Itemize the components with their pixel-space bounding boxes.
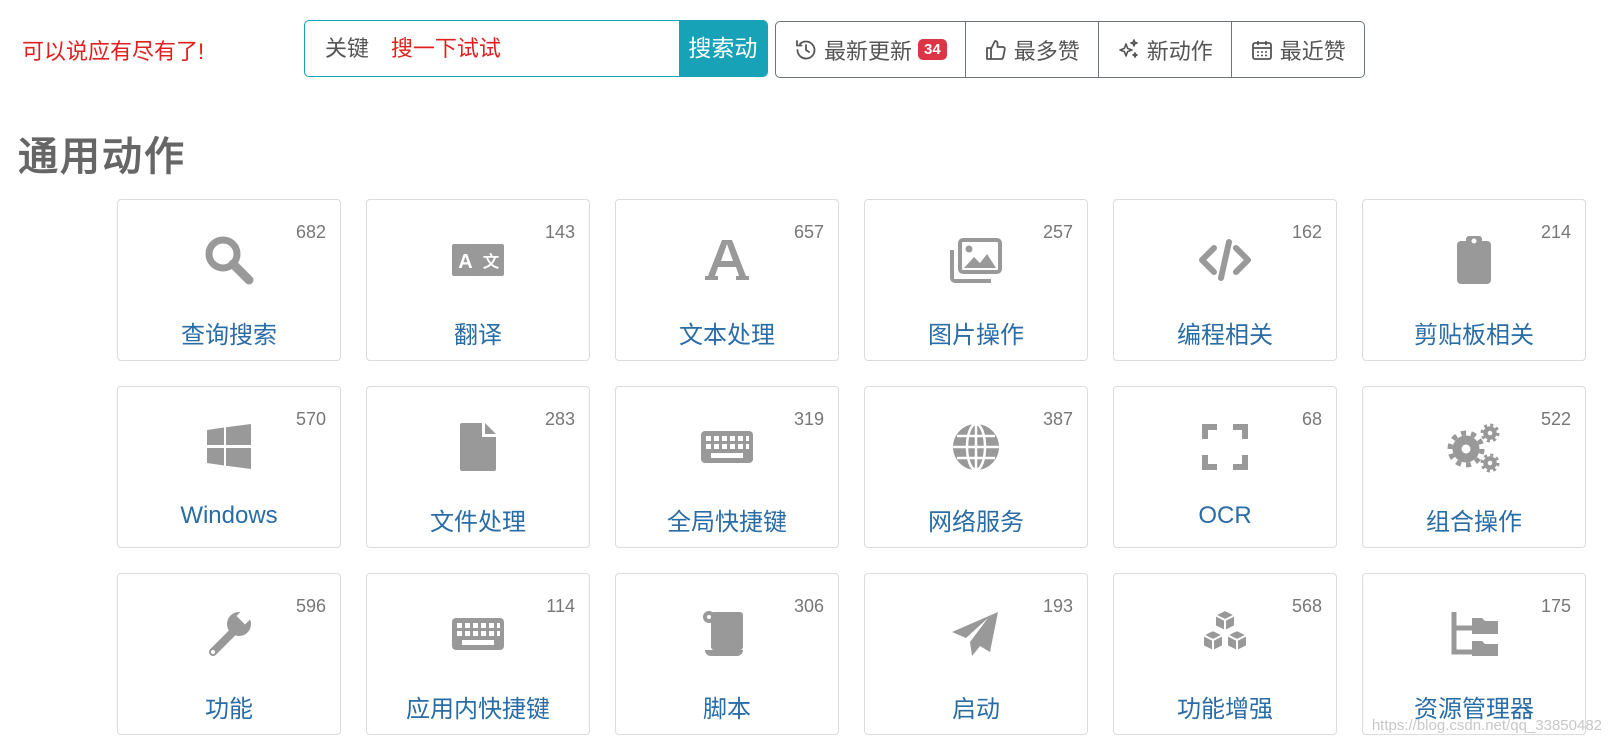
font-icon [705,240,749,280]
card-label: 图片操作 [928,322,1024,349]
category-card-app-hotkeys[interactable]: 114 应用内快捷键 [366,573,590,735]
card-label: 文本处理 [679,322,775,349]
category-card-functions[interactable]: 596 功能 [117,573,341,735]
card-label: OCR [1198,502,1252,529]
history-icon [796,39,816,59]
category-card-scripts[interactable]: 306 脚本 [615,573,839,735]
category-card-text[interactable]: 657 文本处理 [615,199,839,361]
card-label: Windows [180,502,278,529]
stars-icon [1118,38,1138,58]
wrench-icon [209,607,254,656]
search-group: 关键词 搜索动作 [304,20,768,77]
code-icon [1199,239,1251,281]
category-card-clipboard[interactable]: 214 剪贴板相关 [1362,199,1586,361]
section-title: 通用动作 [18,135,186,179]
tagline: 可以说应有尽有了! [22,39,205,64]
windows-icon [207,424,251,469]
search-prefix-label: 关键词 [325,36,370,61]
filter-recently-liked-label: 最近赞 [1279,38,1346,64]
scroll-icon [703,611,743,656]
watermark: https://blog.csdn.net/qq_33850482 [1371,717,1602,734]
category-card-combined[interactable]: 522 组合操作 [1362,386,1586,548]
images-icon [950,238,1002,283]
card-label: 应用内快捷键 [406,696,550,723]
cubes-icon [1202,609,1248,652]
globe-icon [953,422,999,472]
card-label: 网络服务 [928,509,1024,536]
gears-icon [1447,423,1500,473]
filter-most-liked-button[interactable]: 最多赞 [964,22,1098,77]
category-card-files[interactable]: 283 文件处理 [366,386,590,548]
category-card-explorer[interactable]: 175 资源管理器 [1362,573,1586,735]
filter-new-actions-button[interactable]: 新动作 [1097,22,1231,77]
svg-text:A: A [458,251,472,273]
keyboard-icon [452,618,504,650]
category-card-ocr[interactable]: 68 OCR [1113,386,1337,548]
search-button[interactable]: 搜索动作 [678,21,767,76]
search-icon [205,236,254,285]
category-card-enhancements[interactable]: 568 功能增强 [1113,573,1337,735]
card-label: 剪贴板相关 [1414,322,1534,349]
update-count-badge: 34 [918,39,947,60]
filter-most-liked-label: 最多赞 [1013,38,1080,64]
card-label: 查询搜索 [181,322,277,349]
search-input[interactable] [390,21,679,76]
filter-recently-liked-button[interactable]: 最近赞 [1230,22,1364,77]
category-card-windows[interactable]: 570 Windows [117,386,341,548]
file-icon [460,423,496,471]
category-card-images[interactable]: 257 图片操作 [864,199,1088,361]
category-card-network[interactable]: 387 网络服务 [864,386,1088,548]
card-label: 全局快捷键 [667,509,787,536]
category-grid: 682 查询搜索 143 A 文 翻译 657 文本处理 257 图片操作 16… [117,199,1586,735]
filter-button-group: 最新更新 34 最多赞 新动作 最近赞 [775,21,1365,78]
card-label: 文件处理 [430,509,526,536]
translate-icon: A 文 [452,244,504,276]
filter-latest-label: 最新更新 [824,38,913,64]
card-label: 脚本 [703,696,751,723]
filter-new-actions-label: 新动作 [1146,38,1213,64]
folder-tree-icon [1451,612,1498,656]
card-label: 功能 [205,696,253,723]
expand-icon [1202,424,1248,470]
card-label: 组合操作 [1426,509,1522,536]
keyboard-icon [701,431,753,463]
card-label: 功能增强 [1177,696,1273,723]
category-card-launch[interactable]: 193 启动 [864,573,1088,735]
calendar-icon [1251,40,1272,60]
category-card-global-hotkeys[interactable]: 319 全局快捷键 [615,386,839,548]
card-label: 翻译 [454,322,502,349]
filter-latest-button[interactable]: 最新更新 34 [776,22,965,77]
category-card-translate[interactable]: 143 A 文 翻译 [366,199,590,361]
thumbs-up-icon [985,39,1006,60]
clipboard-icon [1457,236,1491,284]
category-card-search[interactable]: 682 查询搜索 [117,199,341,361]
category-card-programming[interactable]: 162 编程相关 [1113,199,1337,361]
card-label: 启动 [952,696,1000,723]
svg-text:文: 文 [483,252,500,271]
paper-plane-icon [952,612,998,656]
card-label: 编程相关 [1177,322,1273,349]
